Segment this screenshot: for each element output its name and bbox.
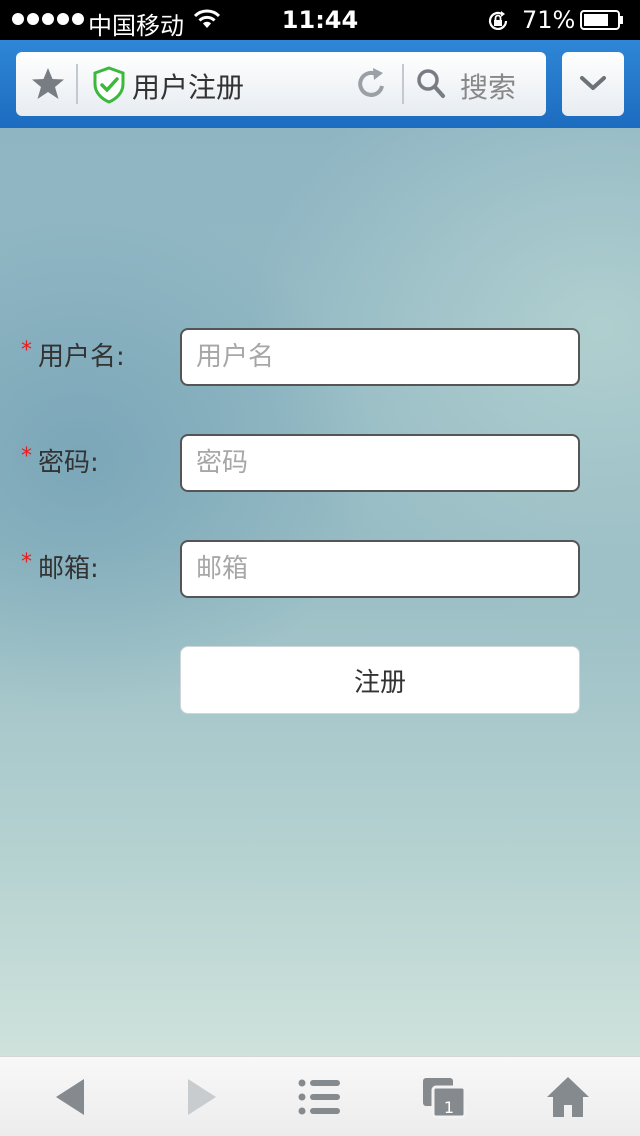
search-icon[interactable] [416,68,446,100]
bookmark-star-icon[interactable] [30,66,66,102]
required-marker: * [21,338,32,363]
required-marker: * [21,444,32,469]
battery-icon [580,10,623,30]
password-row: * 密码: [0,434,640,492]
password-label: 密码: [38,448,99,478]
dropdown-button[interactable] [562,52,624,116]
rotation-lock-icon [488,11,508,30]
divider [402,64,404,104]
home-button[interactable] [504,1057,632,1136]
forward-icon [188,1079,216,1115]
back-icon [56,1079,84,1115]
address-bar[interactable]: 用户注册 搜索 [16,52,546,116]
search-label[interactable]: 搜索 [460,66,516,106]
secure-shield-icon [93,66,125,104]
tab-count: 1 [443,1098,455,1117]
registration-page: * 用户名: * 密码: * 邮箱: 注册 [0,128,640,1056]
password-input[interactable] [180,434,580,492]
email-label: 邮箱: [38,554,99,584]
menu-list-icon [298,1079,340,1115]
browser-top-bar: 用户注册 搜索 [0,40,640,128]
home-icon [547,1077,589,1117]
email-input[interactable] [180,540,580,598]
browser-bottom-toolbar: 1 [0,1056,640,1136]
menu-list-button[interactable] [256,1057,384,1136]
username-row: * 用户名: [0,328,640,386]
email-row: * 邮箱: [0,540,640,598]
register-button[interactable]: 注册 [180,646,580,714]
status-bar: 中国移动 11:44 71% [0,0,640,40]
reload-icon[interactable] [354,66,388,102]
username-input[interactable] [180,328,580,386]
divider [76,64,78,104]
page-title: 用户注册 [132,71,245,104]
chevron-down-icon [580,76,606,90]
back-button[interactable] [6,1057,134,1136]
required-marker: * [21,550,32,575]
forward-button[interactable] [138,1057,266,1136]
username-label: 用户名: [38,342,125,372]
battery-percentage: 71% [522,6,576,34]
